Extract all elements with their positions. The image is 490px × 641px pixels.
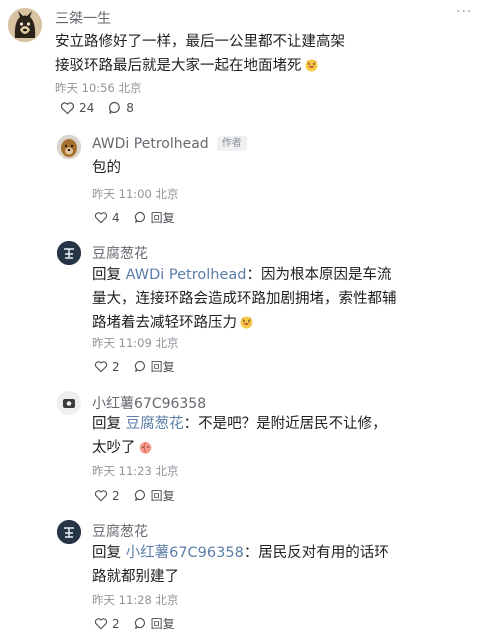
commenter-name[interactable]: 三桀一生 (55, 8, 111, 28)
reply-prefix: 回复 (92, 416, 121, 432)
reply-text: 回复 豆腐葱花：不是吧？是附近居民不让修，太吵了 (92, 412, 392, 460)
mention-link[interactable]: AWDi Petrolhead (126, 267, 247, 283)
reply-label: 回复 (151, 209, 175, 226)
reply-label: 回复 (151, 358, 175, 375)
like-count: 2 (112, 617, 120, 631)
reply-actions: 2 回复 (94, 615, 175, 632)
avatar[interactable] (57, 391, 81, 415)
reply-text: 包的 (92, 156, 392, 180)
comment-actions: 24 8 (60, 101, 134, 115)
monogram-avatar-icon (57, 520, 81, 544)
like-button[interactable]: 2 (94, 489, 120, 503)
like-count: 2 (112, 360, 120, 374)
heart-icon (94, 617, 108, 630)
like-button[interactable]: 24 (60, 101, 94, 115)
mention-link[interactable]: 豆腐葱花 (126, 416, 184, 432)
mention-link[interactable]: 小红薯67C96358 (126, 545, 244, 561)
reply-count-button[interactable]: 8 (108, 101, 134, 115)
heart-icon (94, 489, 108, 502)
reply-prefix: 回复 (92, 545, 121, 561)
comment-text: 安立路修好了一样，最后一公里都不让建高架接驳环路最后就是大家一起在地面堵死 (55, 30, 355, 78)
default-avatar-icon (57, 391, 81, 415)
commenter-name[interactable]: 豆腐葱花 (92, 521, 148, 541)
avatar[interactable] (8, 8, 42, 42)
comment-bubble-icon (134, 489, 147, 502)
more-options-icon[interactable]: ··· (456, 4, 472, 20)
laughing-emoji-icon (239, 313, 254, 327)
reply-text: 回复 小红薯67C96358：居民反对有用的话环路就都别建了 (92, 541, 402, 589)
reply-prefix: 回复 (92, 267, 121, 283)
comment-bubble-icon (134, 211, 147, 224)
dog-avatar-icon (57, 135, 81, 159)
reply-text: 回复 AWDi Petrolhead：因为根本原因是车流量大，连接环路会造成环路… (92, 263, 402, 335)
comment-bubble-icon (134, 360, 147, 373)
reply-actions: 4 回复 (94, 209, 175, 226)
avatar[interactable] (57, 241, 81, 265)
reply-count: 8 (126, 101, 134, 115)
comment-timestamp: 昨天 10:56 北京 (55, 80, 141, 96)
reply-button[interactable]: 回复 (134, 487, 175, 504)
avatar[interactable] (57, 520, 81, 544)
reply-timestamp: 昨天 11:23 北京 (92, 463, 178, 479)
commenter-name[interactable]: 豆腐葱花 (92, 243, 148, 263)
like-button[interactable]: 2 (94, 617, 120, 631)
laughing-emoji-icon (304, 56, 319, 70)
like-count: 2 (112, 489, 120, 503)
heart-icon (94, 211, 108, 224)
comment-body: 安立路修好了一样，最后一公里都不让建高架接驳环路最后就是大家一起在地面堵死 (55, 34, 345, 74)
author-badge: 作者 (217, 136, 247, 151)
monogram-avatar-icon (57, 241, 81, 265)
like-button[interactable]: 4 (94, 211, 120, 225)
reply-actions: 2 回复 (94, 487, 175, 504)
reply-actions: 2 回复 (94, 358, 175, 375)
like-count: 24 (79, 101, 94, 115)
dog-avatar-icon (8, 8, 42, 42)
reply-button[interactable]: 回复 (134, 209, 175, 226)
reply-timestamp: 昨天 11:28 北京 (92, 592, 178, 608)
comment-bubble-icon (134, 617, 147, 630)
reply-button[interactable]: 回复 (134, 615, 175, 632)
like-button[interactable]: 2 (94, 360, 120, 374)
peach-emoji-icon (138, 438, 153, 452)
avatar[interactable] (57, 135, 81, 159)
reply-timestamp: 昨天 11:00 北京 (92, 186, 178, 202)
reply-button[interactable]: 回复 (134, 358, 175, 375)
reply-timestamp: 昨天 11:09 北京 (92, 335, 178, 351)
reply-label: 回复 (151, 615, 175, 632)
author-name[interactable]: AWDi Petrolhead (92, 136, 209, 152)
commenter-name: AWDi Petrolhead 作者 (92, 136, 247, 152)
commenter-name[interactable]: 小红薯67C96358 (92, 393, 206, 413)
heart-icon (94, 360, 108, 373)
heart-icon (60, 101, 75, 115)
reply-label: 回复 (151, 487, 175, 504)
comment-bubble-icon (108, 101, 122, 115)
like-count: 4 (112, 211, 120, 225)
